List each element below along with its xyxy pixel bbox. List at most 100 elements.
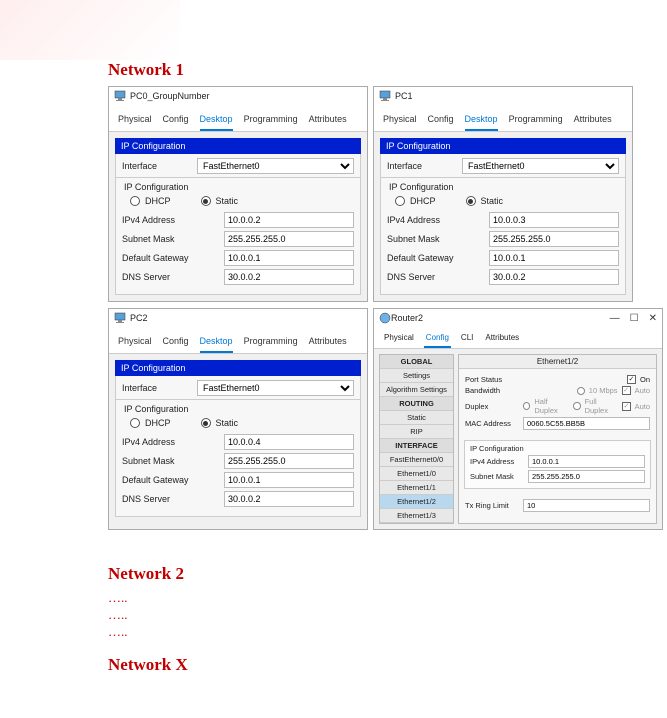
pc0-titlebar: PC0_GroupNumber bbox=[109, 87, 367, 105]
tab-config[interactable]: Config bbox=[428, 110, 454, 131]
side-e11[interactable]: Ethernet1/1 bbox=[380, 481, 453, 495]
bw-radio[interactable] bbox=[577, 387, 585, 395]
dns-input[interactable] bbox=[489, 269, 619, 285]
side-rip[interactable]: RIP bbox=[380, 425, 453, 439]
ipcfg-label: IP Configuration bbox=[122, 182, 354, 192]
gw-input[interactable] bbox=[489, 250, 619, 266]
tab-desktop[interactable]: Desktop bbox=[200, 332, 233, 353]
interface-label: Interface bbox=[122, 161, 197, 171]
mask-label: Subnet Mask bbox=[122, 234, 224, 244]
bandwidth-label: Bandwidth bbox=[465, 386, 523, 395]
static-radio[interactable]: Static bbox=[201, 196, 239, 206]
dns-input[interactable] bbox=[224, 269, 354, 285]
gw-label: Default Gateway bbox=[122, 253, 224, 263]
dots: ….. bbox=[108, 590, 667, 607]
ipcfg-label: IP Configuration bbox=[122, 404, 354, 414]
ipcfg-header: IP Configuration bbox=[115, 138, 361, 154]
rtab-cli[interactable]: CLI bbox=[459, 330, 475, 348]
tab-programming[interactable]: Programming bbox=[244, 332, 298, 353]
dns-input[interactable] bbox=[224, 491, 354, 507]
side-settings[interactable]: Settings bbox=[380, 369, 453, 383]
ipcfg-header: IP Configuration bbox=[115, 360, 361, 376]
gw-input[interactable] bbox=[224, 250, 354, 266]
tab-physical[interactable]: Physical bbox=[118, 332, 152, 353]
interface-select[interactable]: FastEthernet0 bbox=[197, 380, 354, 396]
mask-input[interactable] bbox=[489, 231, 619, 247]
rtab-physical[interactable]: Physical bbox=[382, 330, 416, 348]
pc1-title-text: PC1 bbox=[395, 91, 413, 101]
interface-select[interactable]: FastEthernet0 bbox=[462, 158, 619, 174]
full-radio[interactable] bbox=[573, 402, 580, 410]
tab-physical[interactable]: Physical bbox=[118, 110, 152, 131]
dhcp-radio[interactable]: DHCP bbox=[130, 418, 171, 428]
pc0-tabs: Physical Config Desktop Programming Attr… bbox=[109, 105, 367, 132]
ripcfg-label: IP Configuration bbox=[470, 444, 645, 453]
static-radio[interactable]: Static bbox=[466, 196, 504, 206]
side-global[interactable]: GLOBAL bbox=[380, 355, 453, 369]
ipv4-input[interactable] bbox=[224, 434, 354, 450]
pc0-window: PC0_GroupNumber Physical Config Desktop … bbox=[108, 86, 368, 302]
duplex-label: Duplex bbox=[465, 402, 523, 411]
tab-physical[interactable]: Physical bbox=[383, 110, 417, 131]
gw-input[interactable] bbox=[224, 472, 354, 488]
router-icon bbox=[379, 312, 391, 324]
interface-select[interactable]: FastEthernet0 bbox=[197, 158, 354, 174]
interface-row: Interface FastEthernet0 bbox=[115, 154, 361, 178]
dup-auto-checkbox[interactable] bbox=[622, 402, 630, 411]
tab-attributes[interactable]: Attributes bbox=[574, 110, 612, 131]
static-radio[interactable]: Static bbox=[201, 418, 239, 428]
side-interface[interactable]: INTERFACE bbox=[380, 439, 453, 453]
ipcfg-header: IP Configuration bbox=[380, 138, 626, 154]
dhcp-radio[interactable]: DHCP bbox=[130, 196, 171, 206]
tab-programming[interactable]: Programming bbox=[509, 110, 563, 131]
side-fe00[interactable]: FastEthernet0/0 bbox=[380, 453, 453, 467]
maximize-icon[interactable]: ☐ bbox=[630, 313, 639, 324]
tab-programming[interactable]: Programming bbox=[244, 110, 298, 131]
portstatus-checkbox[interactable] bbox=[627, 375, 636, 384]
mask-input[interactable] bbox=[224, 231, 354, 247]
dhcp-radio[interactable]: DHCP bbox=[395, 196, 436, 206]
bw-auto-checkbox[interactable] bbox=[622, 386, 631, 395]
mac-input[interactable] bbox=[523, 417, 650, 430]
mask-input[interactable] bbox=[224, 453, 354, 469]
rtab-config[interactable]: Config bbox=[424, 330, 451, 348]
interface-label: Interface bbox=[387, 161, 462, 171]
txring-input[interactable] bbox=[523, 499, 650, 512]
pc-icon bbox=[114, 312, 126, 324]
side-e10[interactable]: Ethernet1/0 bbox=[380, 467, 453, 481]
router-main-panel: Ethernet1/2 Port StatusOn Bandwidth10 Mb… bbox=[458, 354, 657, 524]
ipv4-input[interactable] bbox=[489, 212, 619, 228]
portstatus-label: Port Status bbox=[465, 375, 523, 384]
tab-config[interactable]: Config bbox=[163, 110, 189, 131]
side-e13[interactable]: Ethernet1/3 bbox=[380, 509, 453, 523]
side-e12[interactable]: Ethernet1/2 bbox=[380, 495, 453, 509]
pc2-titlebar: PC2 bbox=[109, 309, 367, 327]
half-radio[interactable] bbox=[523, 402, 530, 410]
tab-attributes[interactable]: Attributes bbox=[309, 110, 347, 131]
dots: ….. bbox=[108, 624, 667, 641]
section-title-network1: Network 1 bbox=[108, 60, 667, 80]
ipconfig-box: IP Configuration DHCP Static IPv4 Addres… bbox=[115, 178, 361, 295]
close-icon[interactable]: ✕ bbox=[649, 313, 657, 324]
side-static[interactable]: Static bbox=[380, 411, 453, 425]
tab-attributes[interactable]: Attributes bbox=[309, 332, 347, 353]
rtab-attributes[interactable]: Attributes bbox=[483, 330, 521, 348]
txring-label: Tx Ring Limit bbox=[465, 501, 523, 510]
minimize-icon[interactable]: — bbox=[610, 313, 620, 324]
mac-label: MAC Address bbox=[465, 419, 523, 428]
tab-config[interactable]: Config bbox=[163, 332, 189, 353]
side-algo[interactable]: Algorithm Settings bbox=[380, 383, 453, 397]
tab-desktop[interactable]: Desktop bbox=[200, 110, 233, 131]
ripv4-input[interactable] bbox=[528, 455, 645, 468]
tab-desktop[interactable]: Desktop bbox=[465, 110, 498, 131]
pc-icon bbox=[379, 90, 391, 102]
ipv4-label: IPv4 Address bbox=[122, 215, 224, 225]
pc-icon bbox=[114, 90, 126, 102]
rmask-label: Subnet Mask bbox=[470, 472, 528, 481]
ipv4-input[interactable] bbox=[224, 212, 354, 228]
section-title-networkX: Network X bbox=[108, 655, 667, 675]
ripv4-label: IPv4 Address bbox=[470, 457, 528, 466]
side-routing[interactable]: ROUTING bbox=[380, 397, 453, 411]
rmask-input[interactable] bbox=[528, 470, 645, 483]
pc2-window: PC2 Physical Config Desktop Programming … bbox=[108, 308, 368, 530]
